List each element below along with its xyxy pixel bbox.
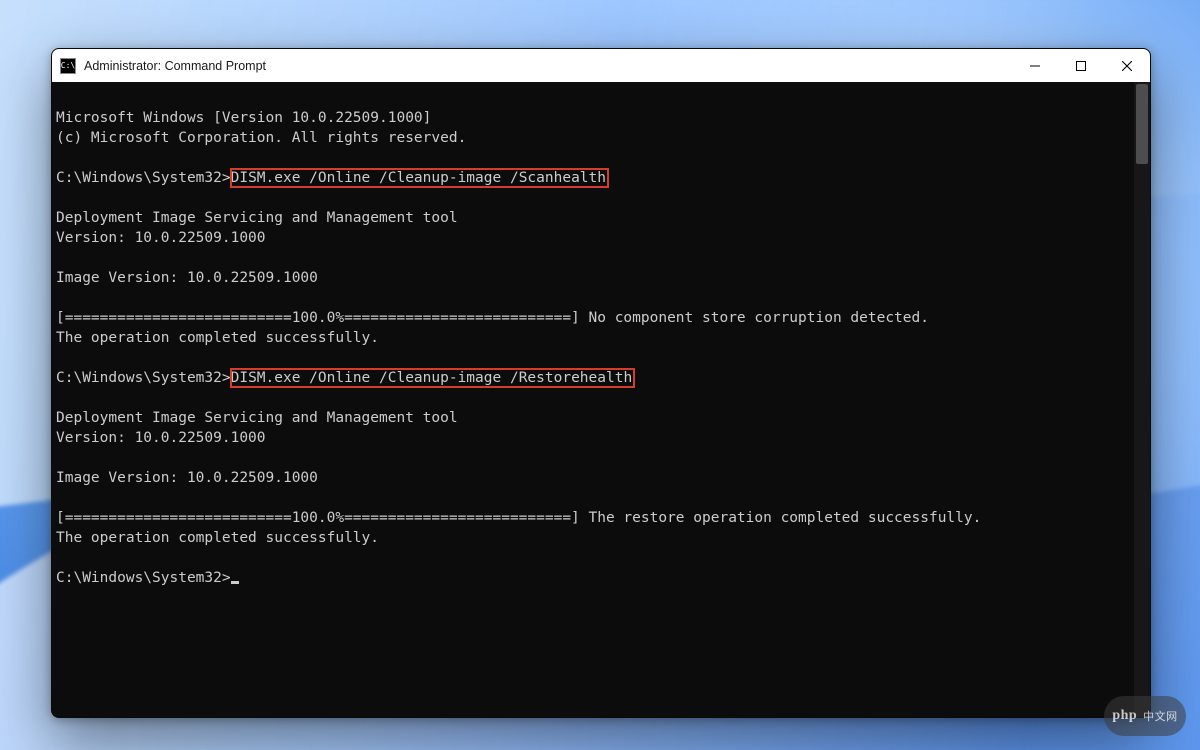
cursor-icon <box>231 581 239 584</box>
output-line: Deployment Image Servicing and Managemen… <box>56 210 458 226</box>
prompt-text: C:\Windows\System32> <box>56 370 231 386</box>
output-line: Microsoft Windows [Version 10.0.22509.10… <box>56 110 431 126</box>
cmd-icon: C:\ <box>60 58 76 74</box>
minimize-button[interactable] <box>1012 49 1058 82</box>
minimize-icon <box>1030 61 1040 71</box>
output-line: (c) Microsoft Corporation. All rights re… <box>56 130 466 146</box>
output-line: Deployment Image Servicing and Managemen… <box>56 410 458 426</box>
prompt-text: C:\Windows\System32> <box>56 570 231 586</box>
prompt-text: C:\Windows\System32> <box>56 170 231 186</box>
watermark-logo-text: php <box>1112 708 1137 724</box>
command-restorehealth: DISM.exe /Online /Cleanup-image /Restore… <box>231 369 635 387</box>
maximize-icon <box>1076 61 1086 71</box>
terminal-area[interactable]: Microsoft Windows [Version 10.0.22509.10… <box>52 82 1150 717</box>
output-line: Version: 10.0.22509.1000 <box>56 430 266 446</box>
output-line: The operation completed successfully. <box>56 530 379 546</box>
scroll-thumb[interactable] <box>1136 84 1148 164</box>
command-prompt-window: C:\ Administrator: Command Prompt Micros… <box>51 48 1151 718</box>
output-line: Version: 10.0.22509.1000 <box>56 230 266 246</box>
watermark-badge: php 中文网 <box>1104 696 1186 736</box>
maximize-button[interactable] <box>1058 49 1104 82</box>
window-title: Administrator: Command Prompt <box>84 59 266 73</box>
output-line: [==========================100.0%=======… <box>56 310 929 326</box>
terminal-output[interactable]: Microsoft Windows [Version 10.0.22509.10… <box>52 82 1134 717</box>
desktop-wallpaper: C:\ Administrator: Command Prompt Micros… <box>0 0 1200 750</box>
command-scanhealth: DISM.exe /Online /Cleanup-image /Scanhea… <box>231 169 608 187</box>
output-line: [==========================100.0%=======… <box>56 510 981 526</box>
watermark-label: 中文网 <box>1143 708 1178 724</box>
close-icon <box>1122 61 1132 71</box>
vertical-scrollbar[interactable] <box>1134 82 1150 717</box>
output-line: Image Version: 10.0.22509.1000 <box>56 470 318 486</box>
output-line: The operation completed successfully. <box>56 330 379 346</box>
close-button[interactable] <box>1104 49 1150 82</box>
output-line: Image Version: 10.0.22509.1000 <box>56 270 318 286</box>
titlebar[interactable]: C:\ Administrator: Command Prompt <box>52 49 1150 82</box>
